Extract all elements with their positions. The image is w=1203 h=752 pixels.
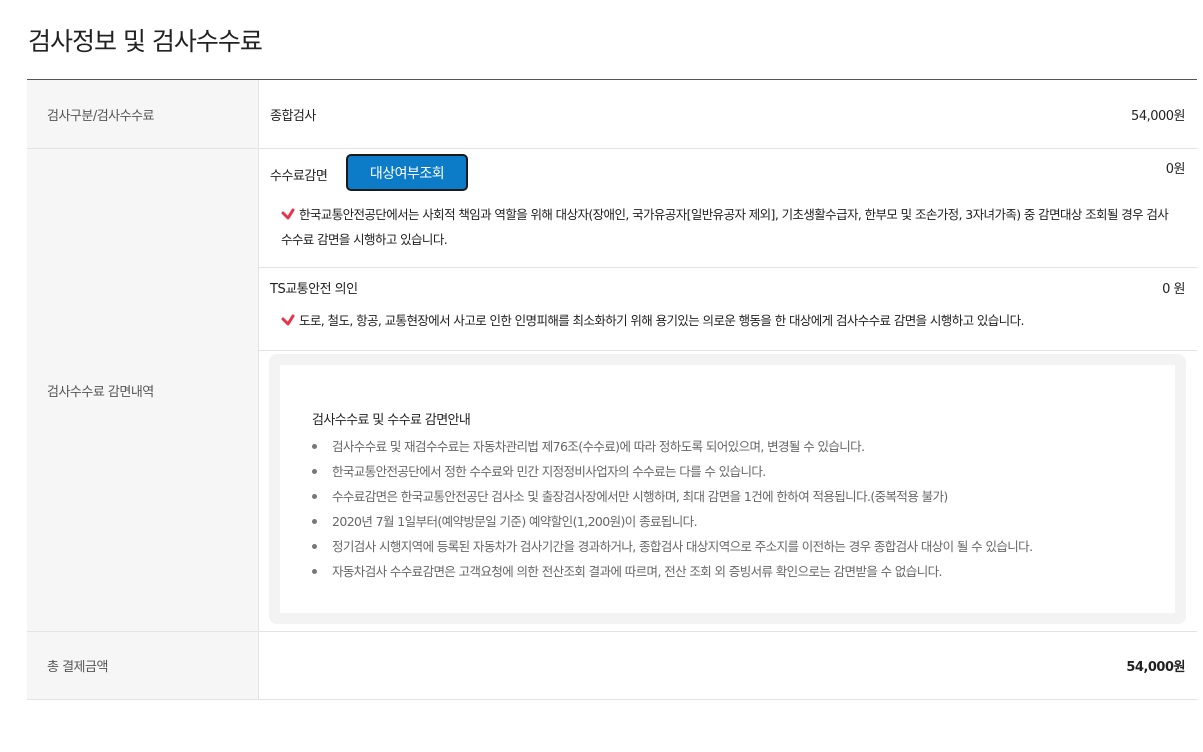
fee-guide-title: 검사수수료 및 수수료 감면안내 (312, 413, 471, 428)
inspection-type: 종합검사 (270, 108, 316, 124)
bullet-icon (312, 494, 317, 499)
inspection-fee-amount: 54,000원 (1131, 108, 1185, 124)
list-item-text: 검사수수료 및 재검수수료는 자동차관리법 제76조(수수료)에 따라 정하도록… (332, 439, 865, 454)
list-item: 검사수수료 및 재검수수료는 자동차관리법 제76조(수수료)에 따라 정하도록… (312, 434, 1145, 459)
ts-righteous-amount: 0 원 (1162, 282, 1185, 297)
row-fee-discount: 검사수수료 감면내역 수수료감면 대상여부조회 0원 한국교통안전공단에서는 사… (27, 149, 1197, 632)
total-amount: 54,000원 (1126, 660, 1185, 675)
ts-righteous-section: TS교통안전 의인 0 원 도로, 철도, 항공, 교통현장에서 사고로 인한 … (259, 268, 1197, 351)
bullet-icon (312, 519, 317, 524)
ts-righteous-note-text: 도로, 철도, 항공, 교통현장에서 사고로 인한 인명피해를 최소화하기 위해… (299, 313, 1024, 328)
row-cell-total: 54,000원 (259, 632, 1197, 699)
list-item: 한국교통안전공단에서 정한 수수료와 민간 지정정비사업자의 수수료는 다를 수… (312, 459, 1145, 484)
fee-reduction-note: 한국교통안전공단에서는 사회적 책임과 역할을 위해 대상자(장애인, 국가유공… (281, 202, 1173, 252)
fee-reduction-note-text: 한국교통안전공단에서는 사회적 책임과 역할을 위해 대상자(장애인, 국가유공… (281, 207, 1169, 247)
bullet-icon (312, 569, 317, 574)
list-item-text: 정기검사 시행지역에 등록된 자동차가 검사기간을 경과하거나, 종합검사 대상… (332, 539, 1033, 554)
bullet-icon (312, 544, 317, 549)
fee-guide-inner: 검사수수료 및 수수료 감면안내 검사수수료 및 재검수수료는 자동차관리법 제… (280, 365, 1175, 613)
list-item: 2020년 7월 1일부터(예약방문일 기준) 예약할인(1,200원)이 종료… (312, 509, 1145, 534)
check-icon (281, 314, 295, 325)
list-item: 정기검사 시행지역에 등록된 자동차가 검사기간을 경과하거나, 종합검사 대상… (312, 534, 1145, 559)
fee-reduction-amount: 0원 (1165, 162, 1186, 177)
list-item: 자동차검사 수수료감면은 고객요청에 의한 전산조회 결과에 따르며, 전산 조… (312, 559, 1145, 584)
ts-righteous-label: TS교통안전 의인 (270, 282, 358, 297)
row-total-payment: 총 결제금액 54,000원 (27, 632, 1197, 700)
fee-guide-box: 검사수수료 및 수수료 감면안내 검사수수료 및 재검수수료는 자동차관리법 제… (269, 354, 1186, 624)
fee-guide-list: 검사수수료 및 재검수수료는 자동차관리법 제76조(수수료)에 따라 정하도록… (312, 434, 1145, 584)
row-inspection-category: 검사구분/검사수수료 종합검사 54,000원 (27, 80, 1197, 149)
bullet-icon (312, 469, 317, 474)
row-header-total: 총 결제금액 (27, 632, 259, 699)
list-item: 수수료감면은 한국교통안전공단 검사소 및 출장검사장에서만 시행하며, 최대 … (312, 484, 1145, 509)
ts-righteous-note: 도로, 철도, 항공, 교통현장에서 사고로 인한 인명피해를 최소화하기 위해… (281, 308, 1173, 333)
list-item-text: 2020년 7월 1일부터(예약방문일 기준) 예약할인(1,200원)이 종료… (332, 514, 698, 529)
bullet-icon (312, 444, 317, 449)
fee-reduction-section: 수수료감면 대상여부조회 0원 한국교통안전공단에서는 사회적 책임과 역할을 … (259, 149, 1197, 268)
page-title: 검사정보 및 검사수수료 (28, 27, 263, 56)
fee-reduction-label: 수수료감면 (270, 169, 328, 184)
list-item-text: 한국교통안전공단에서 정한 수수료와 민간 지정정비사업자의 수수료는 다를 수… (332, 464, 766, 479)
row-header-category: 검사구분/검사수수료 (27, 80, 259, 148)
row-cell-discount: 수수료감면 대상여부조회 0원 한국교통안전공단에서는 사회적 책임과 역할을 … (259, 149, 1197, 631)
eligibility-check-button[interactable]: 대상여부조회 (346, 154, 468, 191)
list-item-text: 수수료감면은 한국교통안전공단 검사소 및 출장검사장에서만 시행하며, 최대 … (332, 489, 948, 504)
list-item-text: 자동차검사 수수료감면은 고객요청에 의한 전산조회 결과에 따르며, 전산 조… (332, 564, 942, 579)
row-cell-category: 종합검사 54,000원 (259, 80, 1197, 148)
check-icon (281, 208, 295, 219)
fee-info-table: 검사구분/검사수수료 종합검사 54,000원 검사수수료 감면내역 수수료감면… (27, 79, 1197, 700)
row-header-discount: 검사수수료 감면내역 (27, 149, 259, 631)
